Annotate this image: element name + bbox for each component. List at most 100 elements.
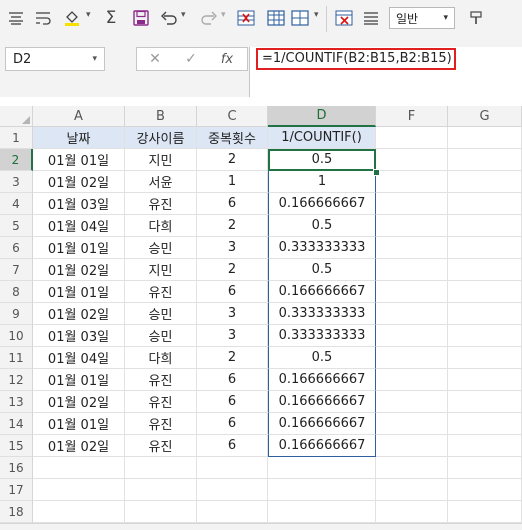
- table-cell[interactable]: [376, 215, 448, 237]
- table-cell[interactable]: 0.333333333: [268, 237, 376, 259]
- row-header[interactable]: 17: [0, 479, 33, 501]
- table-cell[interactable]: 6: [197, 413, 268, 435]
- row-header[interactable]: 14: [0, 413, 33, 435]
- table-cell[interactable]: 6: [197, 193, 268, 215]
- table-cell[interactable]: 2: [197, 347, 268, 369]
- table-cell[interactable]: [376, 413, 448, 435]
- table-cell[interactable]: [376, 391, 448, 413]
- table-cell[interactable]: 3: [197, 303, 268, 325]
- table-cell[interactable]: 유진: [125, 413, 197, 435]
- column-header-c[interactable]: C: [197, 106, 268, 127]
- table-cell[interactable]: [268, 457, 376, 479]
- table-cell[interactable]: 2: [197, 149, 268, 171]
- row-header[interactable]: 8: [0, 281, 33, 303]
- table-cell[interactable]: [376, 259, 448, 281]
- table-cell[interactable]: [448, 237, 522, 259]
- table-cell[interactable]: 0.5: [268, 149, 376, 171]
- row-header[interactable]: 13: [0, 391, 33, 413]
- table-cell[interactable]: 01월 02일: [33, 303, 125, 325]
- table-cell[interactable]: [197, 457, 268, 479]
- name-box[interactable]: D2 ▾: [5, 47, 105, 71]
- undo-dropdown-icon[interactable]: ▾: [181, 10, 186, 20]
- table-cell[interactable]: [376, 193, 448, 215]
- table-cell[interactable]: [197, 479, 268, 501]
- table-cell[interactable]: [376, 325, 448, 347]
- cancel-icon[interactable]: ✕: [145, 51, 165, 67]
- row-header[interactable]: 10: [0, 325, 33, 347]
- table-cell[interactable]: 0.166666667: [268, 193, 376, 215]
- table-cell[interactable]: [268, 479, 376, 501]
- table-cell[interactable]: [448, 149, 522, 171]
- table-cell[interactable]: [448, 347, 522, 369]
- table-cell[interactable]: 다희: [125, 215, 197, 237]
- undo-icon[interactable]: [159, 8, 179, 28]
- table-cell[interactable]: [376, 149, 448, 171]
- row-header[interactable]: 18: [0, 501, 33, 523]
- table-cell[interactable]: 6: [197, 435, 268, 457]
- table-cell[interactable]: 1: [197, 171, 268, 193]
- remove-dup-icon[interactable]: [236, 8, 256, 28]
- table-cell[interactable]: [376, 303, 448, 325]
- table-cell[interactable]: [376, 457, 448, 479]
- table-cell[interactable]: 01월 02일: [33, 171, 125, 193]
- grid-icon[interactable]: [290, 8, 310, 28]
- insert-function-icon[interactable]: fx: [217, 51, 237, 67]
- table-cell[interactable]: [376, 435, 448, 457]
- table-cell[interactable]: [268, 501, 376, 523]
- table-cell[interactable]: 유진: [125, 281, 197, 303]
- row-header[interactable]: 9: [0, 303, 33, 325]
- table-cell[interactable]: [448, 369, 522, 391]
- table-cell[interactable]: 1: [268, 171, 376, 193]
- table-cell[interactable]: 3: [197, 325, 268, 347]
- autosum-icon[interactable]: Σ: [101, 8, 121, 28]
- row-header[interactable]: 5: [0, 215, 33, 237]
- table-cell[interactable]: 01월 02일: [33, 435, 125, 457]
- table-cell[interactable]: 0.166666667: [268, 413, 376, 435]
- table-cell[interactable]: 유진: [125, 391, 197, 413]
- align-icon[interactable]: [6, 8, 26, 28]
- table-cell[interactable]: 0.5: [268, 347, 376, 369]
- table-cell[interactable]: 3: [197, 237, 268, 259]
- table-cell[interactable]: 유진: [125, 435, 197, 457]
- table-cell[interactable]: 유진: [125, 193, 197, 215]
- table-cell[interactable]: 01월 01일: [33, 413, 125, 435]
- table-cell[interactable]: 승민: [125, 303, 197, 325]
- table-cell[interactable]: [33, 501, 125, 523]
- table-cell[interactable]: 승민: [125, 325, 197, 347]
- table-cell[interactable]: [125, 479, 197, 501]
- redo-dropdown-icon[interactable]: ▾: [221, 10, 226, 20]
- table-cell[interactable]: [448, 457, 522, 479]
- table-cell[interactable]: 01월 01일: [33, 369, 125, 391]
- table-cell[interactable]: [448, 435, 522, 457]
- table-cell[interactable]: [376, 369, 448, 391]
- table-cell[interactable]: [448, 281, 522, 303]
- table-cell[interactable]: 0.166666667: [268, 391, 376, 413]
- table-cell[interactable]: 다희: [125, 347, 197, 369]
- table-cell[interactable]: 01월 01일: [33, 237, 125, 259]
- row-header[interactable]: 16: [0, 457, 33, 479]
- fill-color-dropdown-icon[interactable]: ▾: [86, 10, 91, 20]
- row-header[interactable]: 1: [0, 127, 33, 149]
- table-cell[interactable]: [448, 479, 522, 501]
- table-header-cell[interactable]: 날짜: [33, 127, 125, 149]
- table-cell[interactable]: [448, 391, 522, 413]
- column-header-g[interactable]: G: [448, 106, 522, 127]
- table-cell[interactable]: 6: [197, 369, 268, 391]
- table-cell[interactable]: [448, 215, 522, 237]
- table-cell[interactable]: [448, 171, 522, 193]
- format-brush-icon[interactable]: [466, 8, 486, 28]
- table-cell[interactable]: [376, 281, 448, 303]
- table-cell[interactable]: 01월 01일: [33, 281, 125, 303]
- table-cell[interactable]: 0.166666667: [268, 435, 376, 457]
- table-cell[interactable]: [376, 171, 448, 193]
- table-cell[interactable]: [125, 501, 197, 523]
- grid-dropdown-icon[interactable]: ▾: [314, 10, 319, 20]
- table-cell[interactable]: 0.5: [268, 215, 376, 237]
- row-header[interactable]: 11: [0, 347, 33, 369]
- table-cell[interactable]: 지민: [125, 259, 197, 281]
- column-header-a[interactable]: A: [33, 106, 125, 127]
- table-header-cell[interactable]: 강사이름: [125, 127, 197, 149]
- table-cell[interactable]: 0.166666667: [268, 369, 376, 391]
- table-cell[interactable]: [448, 303, 522, 325]
- table-header-cell[interactable]: 중복횟수: [197, 127, 268, 149]
